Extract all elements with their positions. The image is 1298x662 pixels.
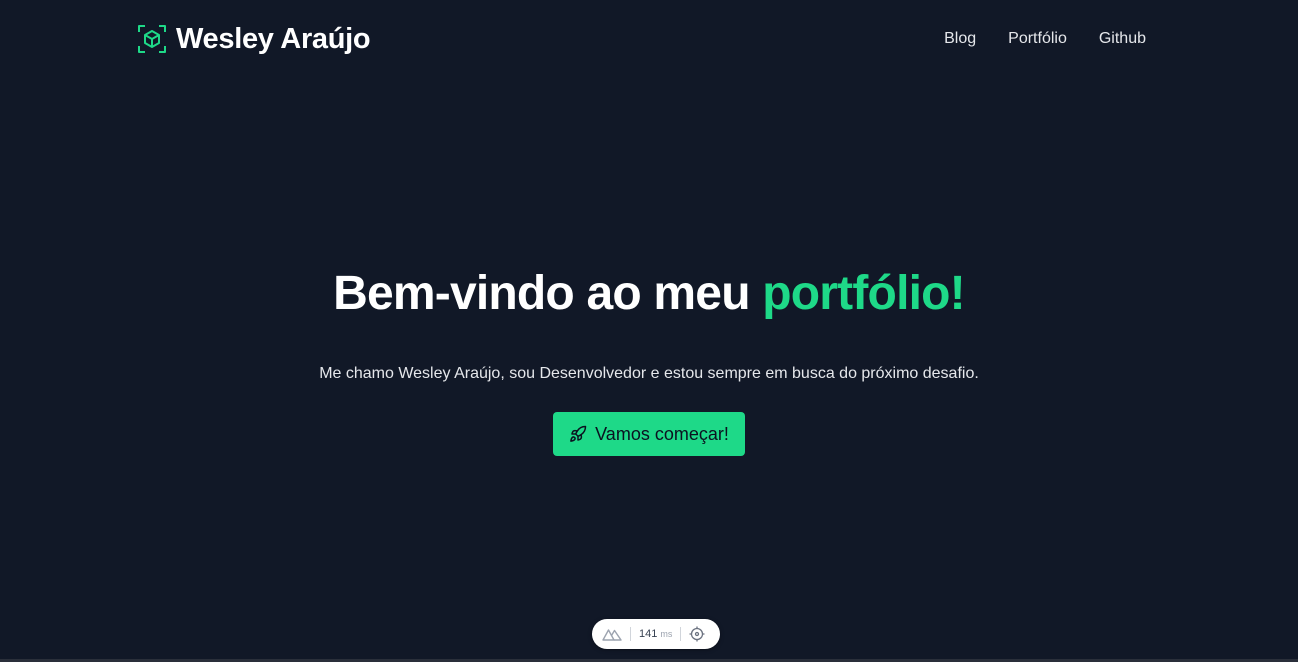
site-header: Wesley Araújo Blog Portfólio Github — [138, 18, 1146, 60]
rocket-icon — [570, 425, 587, 442]
start-button-label: Vamos começar! — [595, 423, 729, 444]
page: Wesley Araújo Blog Portfólio Github Bem-… — [0, 0, 1298, 662]
hero-title-prefix: Bem-vindo ao meu — [333, 267, 763, 320]
render-time-value: 141 — [639, 628, 658, 640]
hero-section: Bem-vindo ao meu portfólio! Me chamo Wes… — [0, 262, 1298, 456]
brand-link[interactable]: Wesley Araújo — [138, 22, 371, 56]
main-nav: Blog Portfólio Github — [944, 30, 1146, 48]
hero-subtitle: Me chamo Wesley Araújo, sou Desenvolvedo… — [319, 365, 979, 382]
brand-name: Wesley Araújo — [176, 22, 371, 55]
dev-toolbar: 141 ms — [592, 619, 720, 649]
start-button[interactable]: Vamos começar! — [553, 412, 745, 456]
nav-portfolio[interactable]: Portfólio — [1008, 30, 1067, 48]
crosshair-icon[interactable] — [689, 626, 705, 642]
cube-icon — [138, 25, 166, 53]
nuxt-logo-icon[interactable] — [602, 627, 622, 641]
hero-title: Bem-vindo ao meu portfólio! — [333, 262, 966, 326]
toolbar-divider — [680, 627, 682, 641]
toolbar-divider — [630, 627, 631, 641]
nav-blog[interactable]: Blog — [944, 30, 976, 48]
nav-github[interactable]: Github — [1099, 30, 1146, 48]
hero-title-accent: portfólio! — [762, 267, 965, 320]
render-time-unit: ms — [660, 629, 673, 639]
